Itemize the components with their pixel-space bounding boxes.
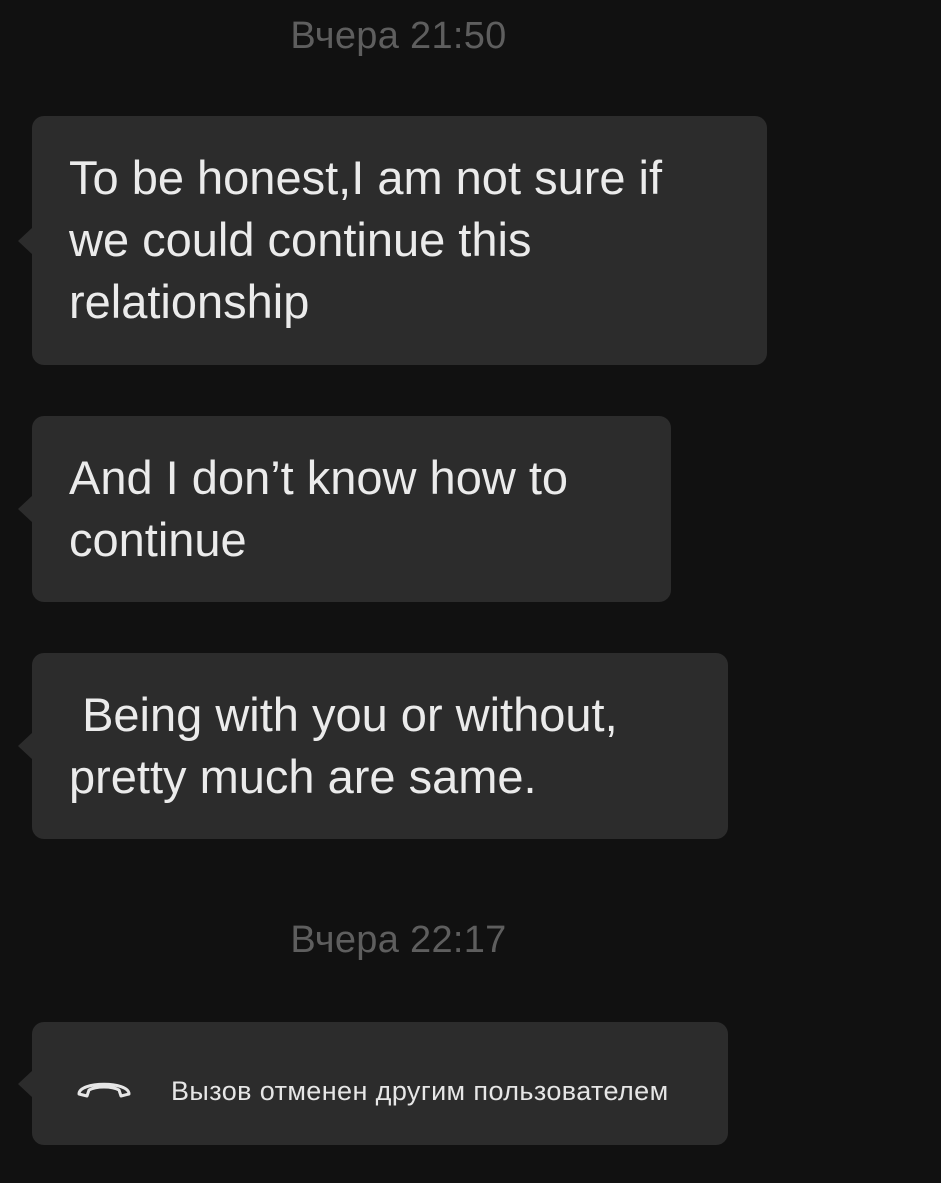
call-event-bubble[interactable]: Вызов отменен другим пользователем	[18, 1022, 728, 1145]
timestamp: Вчера 22:17	[290, 919, 507, 961]
message-text: To be honest,I am not sure if we could c…	[69, 151, 663, 328]
hang-up-phone-icon	[74, 1071, 134, 1101]
message-bubble[interactable]: To be honest,I am not sure if we could c…	[18, 116, 767, 365]
timestamp: Вчера 21:50	[290, 15, 507, 57]
message-bubble[interactable]: And I don’t know how to continue	[18, 416, 671, 602]
message-text: Being with you or without, pretty much a…	[69, 688, 618, 803]
call-status-text: Вызов отменен другим пользователем	[171, 1076, 669, 1106]
message-text: And I don’t know how to continue	[69, 451, 569, 566]
message-bubble[interactable]: Being with you or without, pretty much a…	[18, 653, 728, 839]
